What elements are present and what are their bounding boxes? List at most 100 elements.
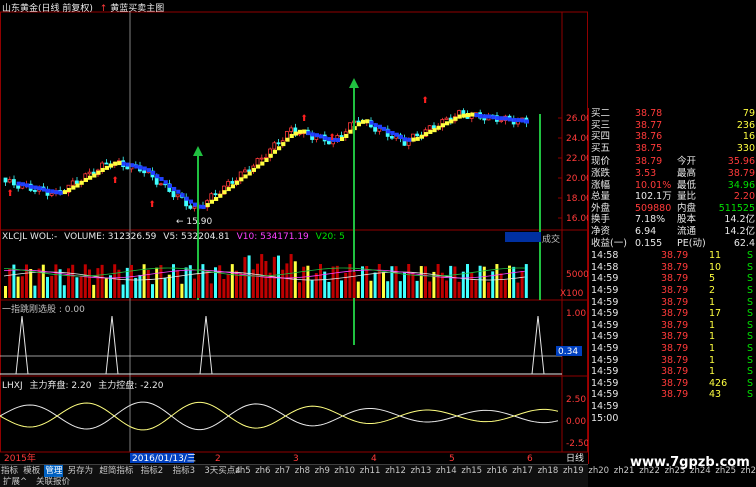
tick-time: 14:59 [591, 377, 619, 389]
candle-body [188, 205, 193, 209]
tab-zh16[interactable]: zh16 [486, 465, 509, 477]
trend-band-segment [79, 180, 84, 185]
volume-bar [172, 264, 175, 298]
trend-band-segment [214, 197, 219, 202]
tick-side: S [746, 354, 753, 366]
trend-band-segment [298, 129, 303, 134]
tab-指标3[interactable]: 指标3 [172, 465, 196, 477]
tick-volume: 1 [709, 296, 716, 308]
tab-zh13[interactable]: zh13 [410, 465, 433, 477]
trend-band-segment [230, 184, 235, 189]
tick-volume: 2 [709, 285, 716, 296]
trend-band-segment [285, 137, 290, 142]
tick-time: 14:59 [591, 296, 619, 308]
candle-body [213, 193, 218, 196]
tick-row: 14:59 38.79 43 S [589, 389, 756, 401]
date-axis-mark: 6 [527, 454, 533, 464]
tab-zh5[interactable]: zh5 [234, 465, 251, 477]
trend-band-segment [491, 115, 496, 120]
tab-zh14[interactable]: zh14 [435, 465, 458, 477]
tab-zh7[interactable]: zh7 [274, 465, 291, 477]
candle-body [87, 171, 92, 175]
volume-bar [167, 274, 171, 298]
stat-label: 收益(一) [591, 237, 627, 249]
tick-price: 38.79 [661, 250, 689, 262]
candle-body [75, 180, 79, 184]
indicator-tab-bar: 指标 模板 管理 另存为 超简指标 指标2 指标3 3天买点4 zh5 zh6 zh7 zh8 zh9 z… [0, 464, 756, 477]
stat-value-2: 62.4 [733, 237, 755, 249]
tick-time: 14:59 [591, 366, 619, 378]
tick-side: S [746, 366, 753, 378]
price-axis-label: 16.00 [566, 214, 588, 224]
tab-另存为[interactable]: 另存为 [67, 465, 95, 477]
trend-band-segment [209, 199, 214, 204]
tab-zh6[interactable]: zh6 [254, 465, 271, 477]
signal-spike [531, 315, 545, 375]
trend-band-segment [344, 133, 349, 138]
tab-zh18[interactable]: zh18 [537, 465, 560, 477]
tab-zh20[interactable]: zh20 [587, 465, 610, 477]
trend-band-segment [180, 193, 185, 198]
tab-管理[interactable]: 管理 [44, 465, 64, 477]
candle-body [125, 166, 130, 170]
trend-band-segment [415, 136, 420, 141]
trend-band-segment [83, 177, 88, 182]
tick-volume: 1 [709, 319, 716, 331]
trend-band-segment [155, 174, 160, 179]
tick-row: 14:59 38.79 1 S [589, 297, 756, 309]
tab-zh9[interactable]: zh9 [314, 465, 331, 477]
volume-bar [487, 282, 490, 298]
volume-bar [445, 280, 448, 298]
tab-zh17[interactable]: zh17 [511, 465, 534, 477]
stat-row: 收益(一) 0.155 PE(动) 62.4 [589, 238, 756, 250]
volume-bar [29, 268, 33, 298]
tab-zh15[interactable]: zh15 [460, 465, 483, 477]
volume-bar [520, 271, 524, 298]
tab-指标[interactable]: 指标 [0, 465, 19, 477]
tab-超简指标[interactable]: 超简指标 [98, 465, 134, 477]
tab-zh8[interactable]: zh8 [294, 465, 311, 477]
tab-zh19[interactable]: zh19 [562, 465, 585, 477]
tick-row: 14:59 38.79 1 S [589, 366, 756, 378]
tick-side: S [746, 308, 753, 320]
tick-side: S [746, 250, 753, 262]
chart-area[interactable]: 26.0024.0022.0020.0018.0016.00← 15.90⬆⬆⬆… [0, 0, 588, 464]
volume-bar [482, 266, 486, 298]
tick-volume: 1 [709, 331, 716, 343]
tick-price: 38.79 [661, 377, 689, 389]
tab-模板[interactable]: 模板 [22, 465, 41, 477]
trend-band-segment [46, 188, 51, 193]
candle-body [289, 127, 294, 132]
tab-zh12[interactable]: zh12 [384, 465, 407, 477]
cursor-date-label: 2016/01/13/三 [132, 454, 196, 464]
volume-right-label: 成交 [542, 235, 561, 245]
buy-arrow-icon: ⬆ [421, 96, 429, 106]
price-axis-label: 22.00 [566, 154, 588, 164]
trend-band-segment [356, 122, 361, 127]
tab2-关联报价[interactable]: 关联报价 [35, 477, 71, 487]
tab-zh10[interactable]: zh10 [333, 465, 356, 477]
period-label: 日线 [566, 452, 584, 464]
trend-band-segment [482, 114, 487, 119]
tick-side: S [746, 389, 753, 401]
tab2-扩展^[interactable]: 扩展^ [2, 477, 28, 487]
stat-label-2: 最高 [677, 168, 697, 179]
trend-band-segment [470, 112, 475, 117]
main-chart-title: 山东黄金(日线 前复权) ↑ 黄蓝买卖主图 [2, 1, 164, 14]
volume-bar [419, 266, 423, 298]
trend-band-segment [432, 128, 437, 133]
tab-指标2[interactable]: 指标2 [140, 465, 164, 477]
volume-bar [377, 264, 381, 298]
volume-bar [151, 284, 154, 298]
trend-band-segment [100, 167, 105, 172]
volume-bar [96, 268, 100, 298]
stat-label-2: 今开 [677, 156, 697, 168]
price-axis-label: 18.00 [566, 194, 588, 204]
tick-time: 14:59 [591, 401, 619, 412]
trend-band-segment [499, 116, 504, 121]
trend-band-segment [461, 113, 466, 118]
tab-zh11[interactable]: zh11 [359, 465, 382, 477]
volume-bar [205, 270, 209, 298]
volume-bar [298, 282, 301, 298]
volume-bar [424, 266, 427, 298]
